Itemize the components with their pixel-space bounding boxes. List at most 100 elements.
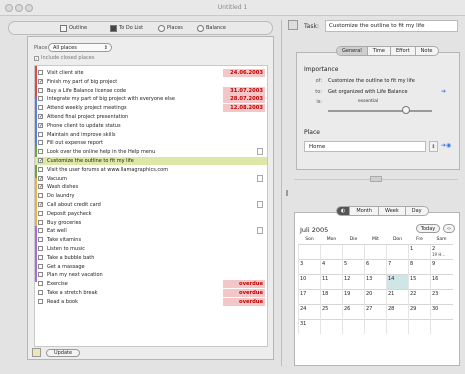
calendar-day[interactable]: 9 (430, 258, 453, 274)
task-row[interactable]: Listen to music (35, 245, 267, 253)
task-checkbox[interactable] (38, 254, 43, 260)
tab-general[interactable]: General (337, 47, 367, 55)
calendar-day[interactable]: 18 (320, 288, 343, 304)
task-checkbox[interactable] (38, 149, 43, 155)
task-checkbox[interactable] (38, 131, 43, 137)
calendar-day[interactable]: 31 (298, 318, 321, 334)
go-to-place-icon[interactable]: ➔◉ (441, 142, 451, 149)
calendar-day[interactable]: 22 (408, 288, 431, 304)
calendar-day[interactable]: 14 (386, 273, 409, 289)
calendar-day[interactable]: 2 19 H... (430, 243, 453, 259)
task-checkbox[interactable] (38, 290, 43, 295)
tab-note[interactable]: Note (414, 47, 438, 55)
task-checkbox[interactable] (38, 281, 43, 287)
task-checkbox[interactable]: ✓ (38, 202, 43, 208)
task-row[interactable]: Integrate my part of big project with ev… (35, 95, 267, 104)
task-row[interactable]: Do laundry (35, 192, 267, 200)
calendar-day[interactable]: 15 (408, 273, 431, 289)
task-row[interactable]: Attend weekly project meetings 12.08.2003 (35, 104, 267, 113)
task-row[interactable]: ✓ Attend final project presentation (35, 113, 267, 121)
task-checkbox[interactable]: ✓ (38, 114, 43, 120)
task-checkbox[interactable]: ✓ (38, 122, 43, 128)
task-row[interactable]: Visit client site 24.06.2003 (35, 69, 267, 77)
tab-time[interactable]: Time (366, 47, 390, 55)
task-checkbox[interactable] (38, 298, 43, 304)
task-row[interactable]: Eat well (35, 227, 267, 235)
task-checkbox[interactable] (38, 228, 43, 234)
tab-month[interactable]: Month (349, 207, 378, 215)
task-row[interactable]: Exercise overdue (35, 280, 267, 289)
stepper-icon[interactable]: ⇕ (429, 141, 438, 152)
task-name-field[interactable]: Customize the outline to fit my life (325, 20, 458, 32)
calendar-day[interactable]: 3 (298, 258, 321, 274)
task-checkbox[interactable] (38, 105, 43, 111)
task-row[interactable]: Look over the online help in the Help me… (35, 148, 267, 156)
calendar-day[interactable]: 1 (408, 243, 431, 259)
task-row[interactable]: ✓ Phone client to update status (35, 122, 267, 130)
calendar-day[interactable]: 30 (430, 303, 453, 319)
task-checkbox[interactable]: ✓ (38, 158, 43, 164)
task-row[interactable]: ✓ Call about credit card (35, 201, 267, 209)
place-filter-select[interactable]: All places ⇕ (48, 43, 112, 52)
importance-slider-thumb[interactable] (402, 106, 410, 114)
task-checkbox[interactable]: ✓ (38, 78, 43, 84)
tab-balance[interactable]: Balance (197, 23, 226, 33)
task-checkbox[interactable] (38, 87, 43, 93)
task-row[interactable]: Buy groceries (35, 219, 267, 227)
task-row[interactable]: Maintain and improve skills (35, 131, 267, 139)
task-checkbox[interactable] (38, 96, 43, 102)
task-checkbox[interactable] (38, 166, 43, 172)
task-checkbox[interactable] (38, 193, 43, 199)
task-row[interactable]: Plan my next vacation (35, 271, 267, 279)
calendar-day[interactable]: 24 (298, 303, 321, 319)
calendar-day[interactable]: 17 (298, 288, 321, 304)
calendar-day[interactable]: 29 (408, 303, 431, 319)
calendar-day[interactable]: 10 (298, 273, 321, 289)
splitter-handle[interactable] (286, 190, 288, 196)
note-icon[interactable] (257, 227, 263, 235)
calendar-day[interactable]: 13 (364, 273, 387, 289)
pane-resize-handle[interactable] (370, 176, 382, 182)
task-checkbox[interactable] (38, 219, 43, 225)
task-row[interactable]: Deposit paycheck (35, 210, 267, 218)
calendar-day[interactable]: 8 (408, 258, 431, 274)
task-row[interactable]: Visit the user forums at www.llamagraphi… (35, 166, 267, 174)
task-checkbox[interactable] (38, 70, 43, 75)
today-button[interactable]: Today (416, 224, 440, 233)
calendar-day[interactable]: 6 (364, 258, 387, 274)
calendar-day[interactable]: 28 (386, 303, 409, 319)
note-icon[interactable] (257, 201, 263, 208)
tab-outline[interactable]: Outline (60, 23, 87, 33)
tab-places[interactable]: Places (158, 23, 183, 33)
arrow-right-icon[interactable]: ➔ (441, 88, 446, 95)
calendar-icon[interactable]: ◐ (337, 207, 350, 215)
task-checkbox[interactable] (38, 210, 43, 216)
lock-icon[interactable] (32, 348, 41, 357)
task-checkbox[interactable] (38, 237, 43, 243)
task-checkbox[interactable]: ✓ (38, 175, 43, 181)
calendar-day[interactable]: 16 (430, 273, 453, 289)
calendar-day[interactable]: 25 (320, 303, 343, 319)
tab-day[interactable]: Day (404, 207, 428, 215)
calendar-day[interactable]: 23 (430, 288, 453, 304)
task-row[interactable]: Buy a Life Balance license code 31.07.200… (35, 86, 267, 95)
task-row[interactable]: Take a bubble bath (35, 254, 267, 262)
calendar-day[interactable]: 7 (386, 258, 409, 274)
task-checkbox[interactable] (38, 272, 43, 278)
tab-week[interactable]: Week (378, 207, 405, 215)
task-checkbox[interactable] (38, 263, 43, 269)
include-closed-checkbox[interactable]: ✓ Include closed places (34, 55, 95, 61)
place-field[interactable]: Home (304, 141, 426, 152)
calendar-day[interactable]: 4 (320, 258, 343, 274)
calendar-event[interactable]: 19 H... (432, 252, 452, 257)
tab-todo-list[interactable]: To Do List (110, 23, 143, 33)
task-checkbox[interactable] (38, 246, 43, 251)
calendar-day[interactable]: 5 (342, 258, 365, 274)
note-icon[interactable] (257, 148, 263, 156)
task-row[interactable]: ✓ Wash dishes (35, 183, 267, 191)
tab-effort[interactable]: Effort (389, 47, 415, 55)
calendar-day[interactable]: 19 (342, 288, 365, 304)
task-row[interactable]: ✓ Vacuum (35, 174, 267, 183)
task-checkbox[interactable] (38, 140, 43, 146)
splitter[interactable] (281, 20, 282, 366)
